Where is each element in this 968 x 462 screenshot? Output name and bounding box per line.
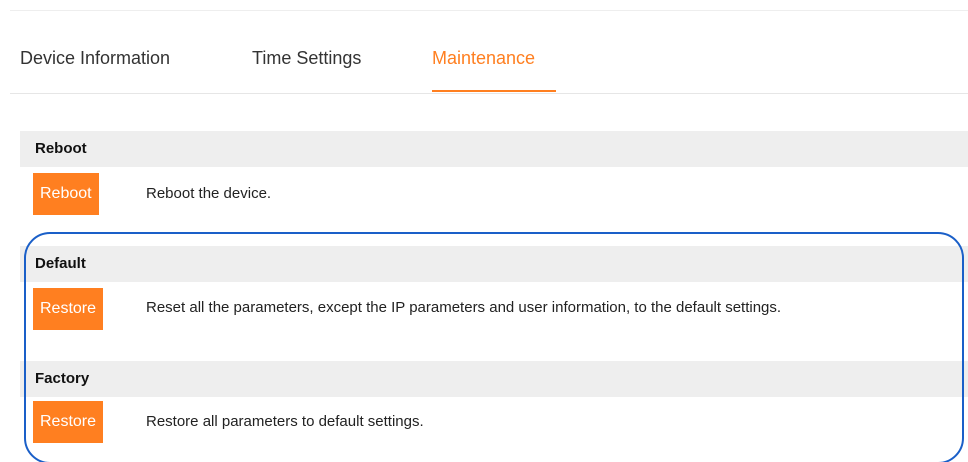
factory-restore-button[interactable]: Restore: [33, 401, 104, 443]
factory-section-header: Factory: [20, 361, 968, 397]
tabs-divider: [10, 93, 968, 94]
reboot-section-header: Reboot: [20, 131, 968, 167]
maintenance-page: Device Information Time Settings Mainten…: [0, 0, 968, 462]
default-description: Reset all the parameters, except the IP …: [146, 299, 782, 316]
tab-device-information[interactable]: Device Information: [20, 38, 170, 78]
default-section-header: Default: [20, 246, 968, 282]
default-restore-button[interactable]: Restore: [33, 288, 104, 330]
tab-time-settings[interactable]: Time Settings: [252, 38, 361, 78]
tab-bar: Device Information Time Settings Mainten…: [20, 38, 968, 94]
reboot-button[interactable]: Reboot: [33, 173, 99, 215]
factory-description: Restore all parameters to default settin…: [146, 413, 424, 430]
active-tab-indicator: [432, 90, 556, 92]
tab-maintenance[interactable]: Maintenance: [432, 38, 535, 78]
top-divider: [10, 10, 968, 11]
reboot-description: Reboot the device.: [146, 185, 272, 202]
